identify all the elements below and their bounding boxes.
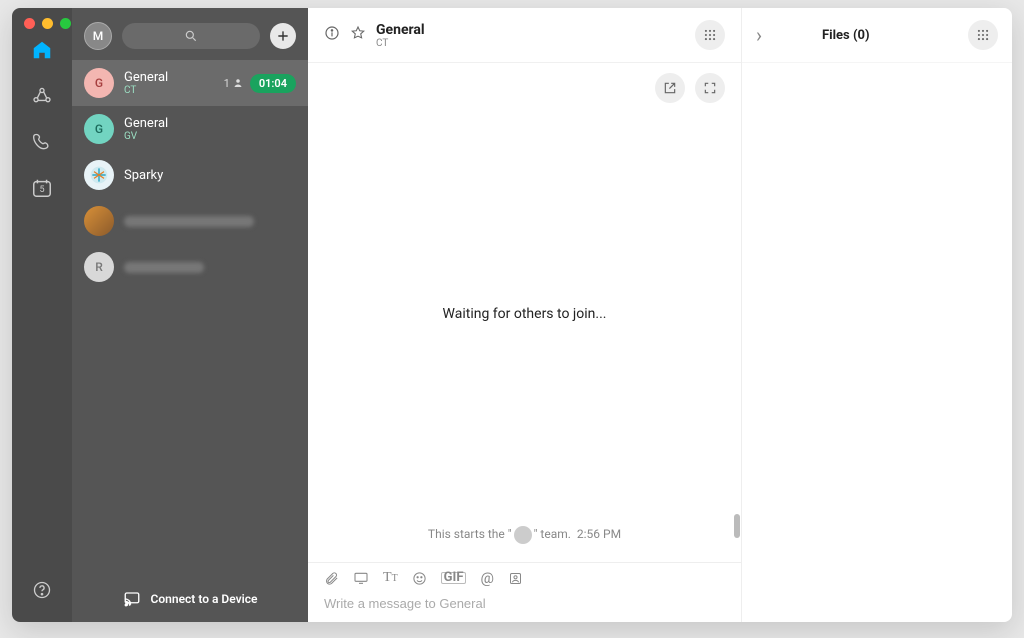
files-title: Files (0) [822,28,870,43]
add-button[interactable] [270,23,296,49]
waiting-text: Waiting for others to join... [443,306,607,322]
media-controls [308,63,741,113]
conversation-start-marker: This starts the "" team. 2:56 PM [308,514,741,562]
teams-icon [31,85,53,107]
message-composer: TT GIF @ [308,562,741,622]
maximize-window[interactable] [60,18,71,29]
search-input[interactable] [122,23,260,49]
files-panel: › Files (0) [742,8,1012,622]
format-button[interactable]: TT [383,569,398,587]
nav-calls[interactable] [30,130,54,154]
grid-icon [703,28,717,42]
attach-button[interactable] [324,569,339,587]
person-icon [232,77,244,89]
conversation-panel: M G General CT 1 [72,8,308,622]
cast-icon [123,590,141,608]
message-input[interactable] [324,596,725,611]
composer-toolbar: TT GIF @ [308,563,741,589]
call-timer: 01:04 [250,74,296,93]
call-waiting-area: Waiting for others to join... [308,113,741,514]
plus-icon [276,29,290,43]
fullscreen-button[interactable] [695,73,725,103]
user-avatar[interactable]: M [84,22,112,50]
connect-to-device[interactable]: Connect to a Device [72,576,308,622]
mention-button[interactable]: @ [480,569,493,587]
person-card-icon [508,571,523,586]
files-header: › Files (0) [742,8,1012,63]
message-history: This starts the "" team. 2:56 PM [308,514,741,562]
chat-panel: General CT Waiting for others to join...… [308,8,742,622]
contact-avatar: R [84,252,114,282]
expand-icon [703,81,717,95]
search-icon [184,29,198,43]
redacted-name [124,262,204,273]
personal-room-button[interactable] [508,569,523,587]
help-icon [32,580,52,600]
conversation-item[interactable]: G General GV [72,106,308,152]
conversation-item[interactable]: R [72,244,308,290]
conversation-item[interactable] [72,198,308,244]
minimize-window[interactable] [42,18,53,29]
screen-capture-button[interactable] [353,569,369,587]
collapse-files-button[interactable]: › [756,23,762,47]
start-time: 2:56 PM [577,527,621,541]
space-avatar: G [84,68,114,98]
nav-teams[interactable] [30,84,54,108]
popout-button[interactable] [655,73,685,103]
home-icon [31,39,53,61]
smiley-icon [412,571,427,586]
space-avatar: G [84,114,114,144]
chat-subtitle: CT [376,38,425,49]
nav-home[interactable] [30,38,54,62]
nav-rail: 5 [12,8,72,622]
space-name: General [124,70,214,85]
conversation-item[interactable]: Sparky [72,152,308,198]
grid-icon [976,28,990,42]
team-avatar-dot [514,526,532,544]
chat-title: General [376,22,425,38]
emoji-button[interactable] [412,569,427,587]
conversation-list: G General CT 1 01:04 G General [72,60,308,576]
close-window[interactable] [24,18,35,29]
redacted-name [124,216,254,227]
paperclip-icon [324,571,339,586]
info-icon [324,25,340,41]
nav-calendar[interactable]: 5 [30,176,54,200]
conversation-header: M [72,8,308,60]
space-name: Sparky [124,168,296,183]
info-button[interactable] [324,25,340,45]
contact-avatar [84,206,114,236]
gif-button[interactable]: GIF [441,569,467,587]
space-subtitle: GV [124,131,296,142]
space-avatar [84,160,114,190]
conversation-item[interactable]: G General CT 1 01:04 [72,60,308,106]
space-name: General [124,116,296,131]
star-icon [350,25,366,41]
activity-button[interactable] [695,20,725,50]
screen-icon [353,570,369,586]
chat-header: General CT [308,8,741,63]
space-subtitle: CT [124,85,214,96]
phone-icon [32,132,52,152]
participant-count: 1 [224,77,244,90]
window-traffic-lights[interactable] [24,18,71,29]
connect-label: Connect to a Device [151,592,258,606]
nav-help[interactable] [32,580,52,604]
popout-icon [663,81,677,95]
calendar-day-number: 5 [39,185,44,195]
files-menu-button[interactable] [968,20,998,50]
favorite-button[interactable] [350,25,366,45]
